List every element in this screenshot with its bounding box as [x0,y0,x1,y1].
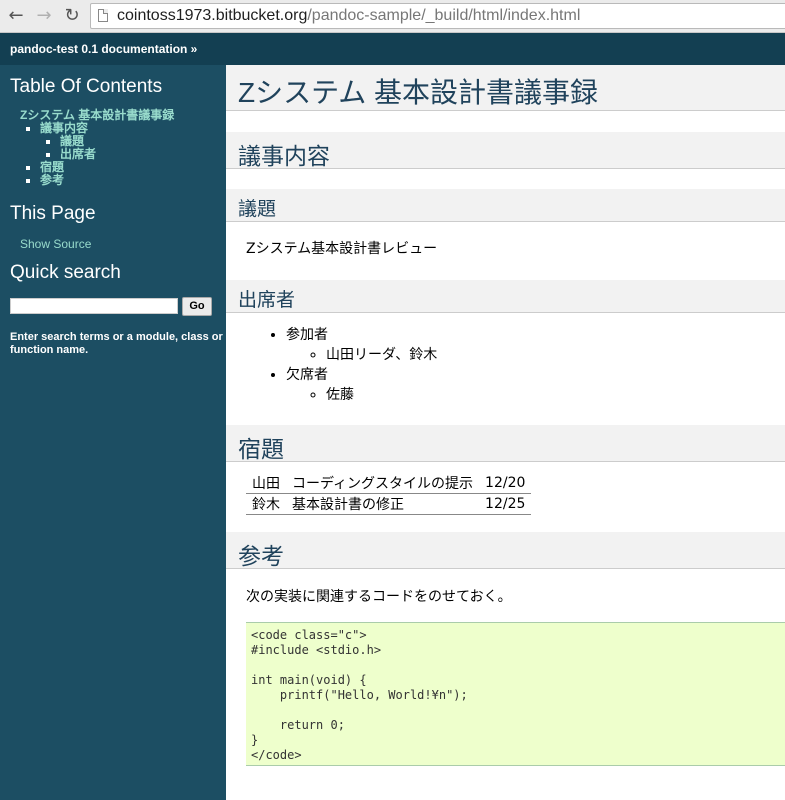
section-heading-reference: 参考 [238,543,284,569]
page-title: Zシステム 基本設計書議事録 [238,77,599,108]
toc-link-homework[interactable]: 宿題 [40,160,64,174]
code-line: #include <stdio.h> [251,643,382,657]
go-button[interactable]: Go [182,297,212,316]
code-line: } [251,733,259,747]
address-bar[interactable]: cointoss1973.bitbucket.org/pandoc-sample… [90,3,785,29]
url-host: cointoss1973.bitbucket.org [117,7,308,24]
toc-link-minutes[interactable]: 議事内容 [40,121,88,135]
toc-heading: Table Of Contents [10,76,163,97]
homework-table: 山田 コーディングスタイルの提示 12/20 鈴木 基本設計書の修正 12/25 [246,473,532,515]
reload-icon[interactable]: ↻ [62,6,82,26]
url-text[interactable]: cointoss1973.bitbucket.org/pandoc-sample… [117,7,580,25]
section-heading-homework: 宿題 [238,436,284,462]
documentation-home-link[interactable]: pandoc-test 0.1 documentation » [10,42,197,56]
homework-owner: 山田 [246,473,286,494]
homework-owner: 鈴木 [246,493,286,515]
section-heading-minutes: 議事内容 [238,143,330,169]
homework-task: コーディングスタイルの提示 [286,473,480,494]
absent-label: 欠席者 [286,367,328,383]
section-minutes: 議事内容 [226,132,785,169]
document-body: Zシステム 基本設計書議事録 議事内容 議題 Zシステム基本設計書レビュー 出席… [226,65,785,800]
show-source-link[interactable]: Show Source [20,237,91,251]
search-input[interactable] [10,298,178,314]
quick-search-heading: Quick search [10,262,121,283]
page-title-bar: Zシステム 基本設計書議事録 [226,65,785,111]
present-names: 山田リーダ、鈴木 [326,345,437,365]
back-arrow-icon[interactable]: ← [6,6,26,26]
section-heading-agenda: 議題 [238,199,277,220]
homework-due: 12/20 [479,473,532,494]
toc-link-attendees[interactable]: 出席者 [60,147,96,161]
attendee-list: 参加者 山田リーダ、鈴木 欠席者 佐藤 [269,325,437,405]
homework-task: 基本設計書の修正 [286,493,480,515]
agenda-text: Zシステム基本設計書レビュー [246,241,438,257]
section-agenda: 議題 [226,189,785,222]
sidebar: Table Of Contents Zシステム 基本設計書議事録 議事内容 議題… [0,65,226,800]
page-icon [98,9,108,22]
present-label: 参加者 [286,327,328,343]
this-page-heading: This Page [10,203,96,224]
absent-names: 佐藤 [326,385,437,405]
homework-due: 12/25 [479,493,532,515]
code-line: <code class="c"> [251,628,367,642]
toc-tree: Zシステム 基本設計書議事録 議事内容 議題 出席者 宿題 参考 [20,109,174,187]
browser-toolbar: ← → ↻ cointoss1973.bitbucket.org/pandoc-… [0,0,785,33]
forward-arrow-icon[interactable]: → [34,6,54,26]
search-hint: Enter search terms or a module, class or… [10,331,223,356]
toc-link-reference[interactable]: 参考 [40,173,64,187]
related-bar: pandoc-test 0.1 documentation » [0,33,785,65]
section-attendees: 出席者 [226,280,785,313]
table-row: 鈴木 基本設計書の修正 12/25 [246,493,532,515]
table-row: 山田 コーディングスタイルの提示 12/20 [246,473,532,494]
toc-link-root[interactable]: Zシステム 基本設計書議事録 [20,108,174,122]
code-block: <code class="c"> #include <stdio.h> int … [246,622,785,766]
section-heading-attendees: 出席者 [238,290,296,311]
section-reference: 参考 [226,532,785,569]
code-line: return 0; [251,718,345,732]
toc-link-agenda[interactable]: 議題 [60,134,84,148]
code-line: </code> [251,748,302,762]
code-line: int main(void) { [251,673,367,687]
code-line: printf("Hello, World!¥n"); [251,688,468,702]
section-homework: 宿題 [226,425,785,462]
url-path: /pandoc-sample/_build/html/index.html [307,7,581,24]
reference-text: 次の実装に関連するコードをのせておく。 [246,589,512,605]
